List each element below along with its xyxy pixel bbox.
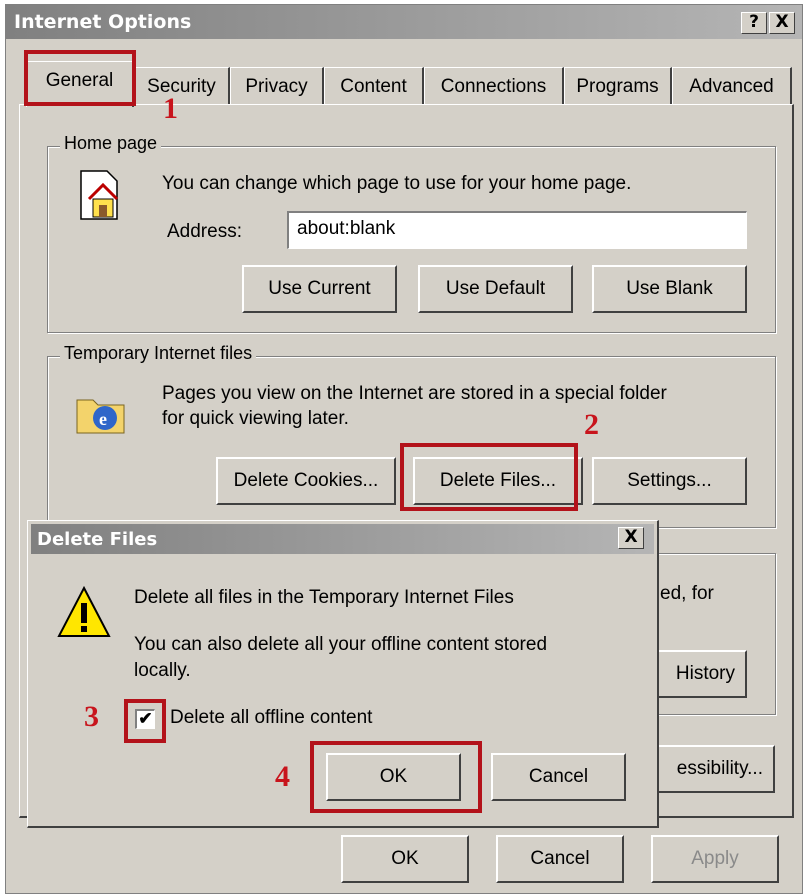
highlight-checkbox xyxy=(124,699,166,743)
annotation-number-4: 4 xyxy=(275,760,290,793)
annotation-number-2: 2 xyxy=(584,408,599,441)
dialog-message-line3: locally. xyxy=(134,660,191,681)
address-label: Address: xyxy=(167,221,242,242)
tab-advanced[interactable]: Advanced xyxy=(672,67,792,105)
dialog-message-line1: Delete all files in the Temporary Intern… xyxy=(134,587,514,608)
temp-files-legend: Temporary Internet files xyxy=(60,343,257,364)
cancel-button[interactable]: Cancel xyxy=(496,835,624,883)
annotation-number-1: 1 xyxy=(163,92,178,125)
dialog-cancel-button[interactable]: Cancel xyxy=(491,753,626,801)
dialog-title-bar: Delete Files X xyxy=(31,524,654,554)
window-title: Internet Options xyxy=(14,11,192,33)
ok-button[interactable]: OK xyxy=(341,835,469,883)
tab-security[interactable]: Security xyxy=(134,67,230,105)
history-partial-text: ed, for xyxy=(660,583,714,604)
delete-cookies-button[interactable]: Delete Cookies... xyxy=(216,457,396,505)
dialog-close-button[interactable]: X xyxy=(618,527,644,549)
highlight-ok-button xyxy=(310,741,482,813)
tab-content[interactable]: Content xyxy=(324,67,424,105)
tab-privacy[interactable]: Privacy xyxy=(230,67,324,105)
annotation-number-3: 3 xyxy=(84,700,99,733)
use-default-button[interactable]: Use Default xyxy=(418,265,573,313)
highlight-delete-files xyxy=(400,443,578,511)
use-blank-button[interactable]: Use Blank xyxy=(592,265,747,313)
dialog-message-line2: You can also delete all your offline con… xyxy=(134,634,548,655)
dialog-title: Delete Files xyxy=(37,529,158,550)
home-page-icon xyxy=(80,170,119,220)
use-current-button[interactable]: Use Current xyxy=(242,265,397,313)
address-input[interactable]: about:blank xyxy=(287,211,747,249)
temp-files-description-line1: Pages you view on the Internet are store… xyxy=(162,383,667,404)
tab-programs[interactable]: Programs xyxy=(564,67,672,105)
close-button[interactable]: X xyxy=(769,12,795,34)
delete-offline-label: Delete all offline content xyxy=(170,707,373,728)
temp-files-description-line2: for quick viewing later. xyxy=(162,408,349,429)
help-button[interactable]: ? xyxy=(741,12,767,34)
folder-ie-icon: e xyxy=(76,399,125,434)
home-page-legend: Home page xyxy=(60,133,162,154)
home-page-description: You can change which page to use for you… xyxy=(162,173,632,194)
svg-text:e: e xyxy=(99,409,107,429)
highlight-general-tab xyxy=(24,50,136,106)
settings-button[interactable]: Settings... xyxy=(592,457,747,505)
tab-connections[interactable]: Connections xyxy=(424,67,564,105)
warning-icon xyxy=(57,585,111,637)
title-bar: Internet Options ? X xyxy=(6,5,802,39)
apply-button[interactable]: Apply xyxy=(651,835,779,883)
